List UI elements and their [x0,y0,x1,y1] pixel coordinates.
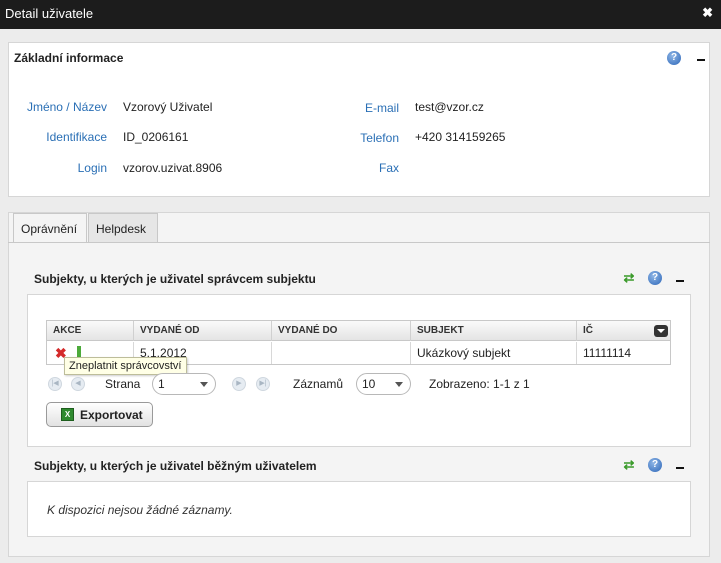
grid-header: AKCE VYDANÉ OD VYDANÉ DO SUBJEKT IČ [47,321,670,341]
collapse-icon[interactable] [675,274,685,284]
first-page-icon[interactable]: |◀ [48,377,62,391]
column-menu-button[interactable] [654,325,668,337]
phone-label: Telefon [360,131,399,145]
basic-info-title: Základní informace [14,51,124,65]
chevron-down-icon[interactable] [395,382,403,387]
login-value: vzorov.uzivat.8906 [123,161,223,175]
records-per-page-select[interactable]: 10 [356,373,411,395]
column-header-subject[interactable]: SUBJEKT [411,321,577,341]
help-icon[interactable]: ? [667,51,681,65]
empty-message: K dispozici nejsou žádné záznamy. [47,503,233,517]
refresh-icon[interactable]: ⇄ [622,458,636,472]
name-label: Jméno / Název [26,100,107,114]
prev-page-icon[interactable]: ◀ [71,377,85,391]
window-titlebar: Detail uživatele ✖ [0,0,721,29]
records-value: 10 [362,377,376,391]
column-header-issued-from[interactable]: VYDANÉ OD [134,321,272,341]
window-title: Detail uživatele [5,6,94,21]
issued-to-cell [272,342,411,364]
tab-helpdesk[interactable]: Helpdesk [88,213,158,243]
export-label: Exportovat [80,408,143,422]
last-page-icon[interactable]: ▶| [256,377,270,391]
export-button[interactable]: X Exportovat [46,402,153,427]
page-value: 1 [158,377,165,391]
chevron-down-icon[interactable] [200,382,208,387]
identification-value: ID_0206161 [123,130,189,144]
next-page-icon[interactable]: ▶ [232,377,246,391]
page-input[interactable]: 1 [152,373,216,395]
name-value: Vzorový Uživatel [123,100,213,114]
help-icon[interactable]: ? [648,458,662,472]
shown-records: Zobrazeno: 1-1 z 1 [429,377,530,391]
tabs-divider [8,242,710,243]
excel-icon: X [61,408,74,421]
collapse-icon[interactable] [675,461,685,471]
login-label: Login [77,161,107,175]
records-label: Záznamů [293,377,344,391]
admin-section-title: Subjekty, u kterých je uživatel správcem… [34,272,316,286]
identification-label: Identifikace [46,130,107,144]
phone-value: +420 314159265 [415,130,506,144]
column-header-actions[interactable]: AKCE [47,321,134,341]
fax-label: Fax [378,161,399,175]
refresh-icon[interactable]: ⇄ [622,271,636,285]
help-icon[interactable]: ? [648,271,662,285]
tab-permissions[interactable]: Oprávnění [13,213,87,243]
page-label: Strana [105,377,141,391]
subject-cell: Ukázkový subjekt [411,342,577,364]
user-section-title: Subjekty, u kterých je uživatel běžným u… [34,459,317,473]
close-icon[interactable]: ✖ [702,5,713,21]
email-label: E-mail [364,101,399,115]
collapse-icon[interactable] [696,53,706,63]
column-header-issued-to[interactable]: VYDANÉ DO [272,321,411,341]
ic-cell: 11111114 [583,346,632,360]
email-value: test@vzor.cz [415,100,484,114]
